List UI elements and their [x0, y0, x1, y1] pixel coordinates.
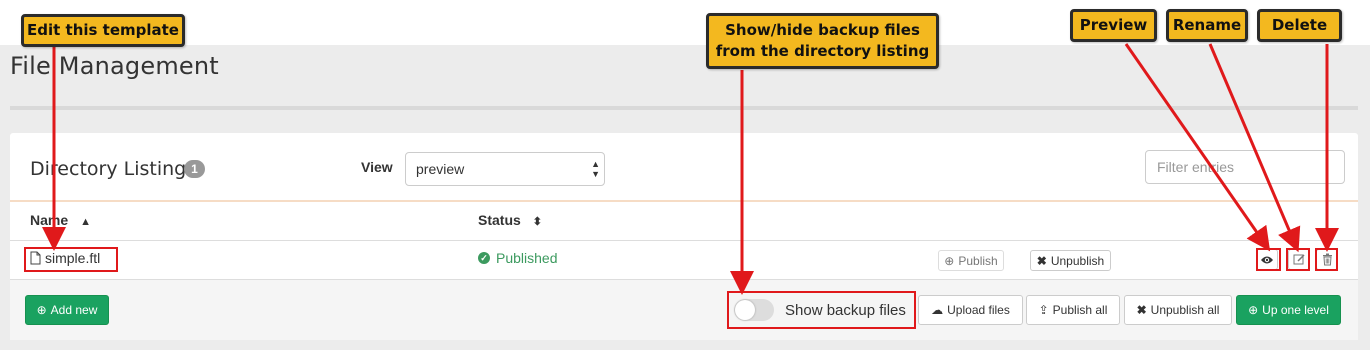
callout-delete: Delete — [1257, 9, 1342, 42]
title-divider — [10, 106, 1358, 110]
page-title: File Management — [10, 52, 219, 80]
highlight-rename — [1286, 248, 1310, 271]
column-header-status[interactable]: Status ⬍ — [478, 212, 542, 228]
directory-listing-title: Directory Listing — [30, 158, 187, 180]
check-circle-icon: ✓ — [478, 252, 490, 264]
upload-files-button[interactable]: ☁ Upload files — [918, 295, 1023, 325]
view-select-value: preview — [416, 161, 465, 177]
publish-icon: ⊕ — [944, 253, 955, 268]
unpublish-button[interactable]: ✖ Unpublish — [1030, 250, 1111, 271]
highlight-delete — [1315, 248, 1338, 271]
filter-input[interactable]: Filter entries — [1145, 150, 1345, 184]
publish-button[interactable]: ⊕ Publish — [938, 250, 1004, 271]
callout-rename: Rename — [1166, 9, 1248, 42]
x-icon: ✖ — [1136, 303, 1147, 317]
add-new-button[interactable]: ⊕ Add new — [25, 295, 109, 325]
callout-preview: Preview — [1070, 9, 1157, 42]
x-icon: ✖ — [1036, 253, 1047, 268]
sort-asc-icon: ▲ — [80, 216, 92, 228]
view-select[interactable]: preview ▲ ▼ — [405, 152, 605, 186]
table-row — [10, 241, 1358, 279]
unpublish-all-button[interactable]: ✖ Unpublish all — [1124, 295, 1232, 325]
callout-backup-files: Show/hide backup files from the director… — [706, 13, 939, 69]
sort-icon: ⬍ — [532, 216, 543, 228]
plus-icon: ⊕ — [36, 303, 47, 317]
column-header-name[interactable]: Name ▲ — [30, 212, 91, 228]
publish-all-button[interactable]: ⇪ Publish all — [1026, 295, 1120, 325]
up-arrow-icon: ⊕ — [1248, 303, 1259, 317]
highlight-preview — [1256, 248, 1281, 271]
highlight-file-name — [24, 247, 118, 272]
status-published: ✓ Published — [478, 250, 558, 266]
panel-header-divider — [10, 200, 1358, 202]
view-label: View — [361, 159, 393, 175]
upload-icon: ⇪ — [1038, 303, 1049, 317]
callout-edit-template: Edit this template — [21, 14, 185, 47]
select-arrows-icon: ▲ ▼ — [591, 159, 600, 179]
highlight-backup-toggle — [727, 291, 916, 329]
up-one-level-button[interactable]: ⊕ Up one level — [1236, 295, 1341, 325]
entry-count-badge: 1 — [184, 160, 205, 178]
cloud-upload-icon: ☁ — [931, 303, 944, 317]
